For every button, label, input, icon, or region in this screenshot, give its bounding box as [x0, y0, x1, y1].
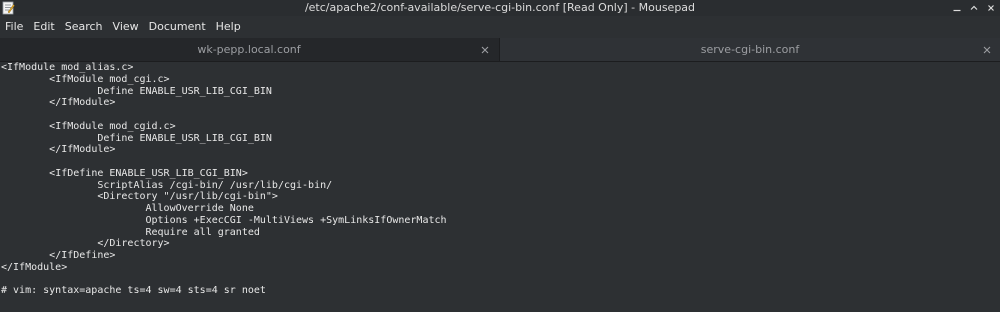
menu-help[interactable]: Help [211, 16, 246, 38]
window-controls [952, 0, 996, 16]
menu-file[interactable]: File [0, 16, 28, 38]
mousepad-window: /etc/apache2/conf-available/serve-cgi-bi… [0, 0, 1000, 312]
title-bar[interactable]: /etc/apache2/conf-available/serve-cgi-bi… [0, 0, 1000, 16]
maximize-icon[interactable] [969, 3, 979, 13]
close-icon[interactable] [982, 38, 992, 61]
code-line: <IfModule mod_alias.c> [1, 62, 134, 73]
minimize-icon[interactable] [952, 3, 962, 13]
code-line: <IfModule mod_cgid.c> [1, 120, 176, 132]
editor-content[interactable]: <IfModule mod_alias.c> <IfModule mod_cgi… [0, 62, 1000, 297]
menu-edit[interactable]: Edit [28, 16, 59, 38]
code-line: <Directory "/usr/lib/cgi-bin"> [1, 191, 278, 203]
text-editor-area[interactable]: <IfModule mod_alias.c> <IfModule mod_cgi… [0, 62, 1000, 312]
code-line: Options +ExecCGI -MultiViews +SymLinksIf… [1, 214, 447, 226]
tab-bar: wk-pepp.local.conf serve-cgi-bin.conf [0, 38, 1000, 62]
code-line: AllowOverride None [1, 203, 254, 214]
menu-document[interactable]: Document [144, 16, 211, 38]
code-line: Define ENABLE_USR_LIB_CGI_BIN [1, 132, 272, 144]
code-line: </IfModule> [1, 144, 116, 156]
tab-wk-pepp-local-conf[interactable]: wk-pepp.local.conf [0, 38, 498, 61]
menu-view[interactable]: View [108, 16, 144, 38]
tab-serve-cgi-bin-conf[interactable]: serve-cgi-bin.conf [499, 38, 1000, 61]
window-title: /etc/apache2/conf-available/serve-cgi-bi… [304, 1, 696, 14]
code-line: # vim: syntax=apache ts=4 sw=4 sts=4 sr … [1, 285, 266, 297]
menu-search[interactable]: Search [60, 16, 108, 38]
code-line: <IfDefine ENABLE_USR_LIB_CGI_BIN> [1, 167, 248, 179]
close-icon[interactable] [480, 38, 490, 61]
code-line: <IfModule mod_cgi.c> [1, 73, 170, 85]
menu-bar: File Edit Search View Document Help [0, 16, 1000, 38]
close-icon[interactable] [986, 3, 996, 13]
code-line: ScriptAlias /cgi-bin/ /usr/lib/cgi-bin/ [1, 179, 333, 191]
tab-label: wk-pepp.local.conf [197, 43, 301, 56]
code-line: </Directory> [1, 238, 170, 250]
code-line: </IfDefine> [1, 250, 116, 261]
code-line: Define ENABLE_USR_LIB_CGI_BIN [1, 85, 272, 97]
code-line: Require all granted [1, 226, 260, 238]
code-line: </IfModule> [1, 97, 116, 109]
code-line: </IfModule> [1, 261, 68, 273]
tab-label: serve-cgi-bin.conf [700, 43, 800, 56]
